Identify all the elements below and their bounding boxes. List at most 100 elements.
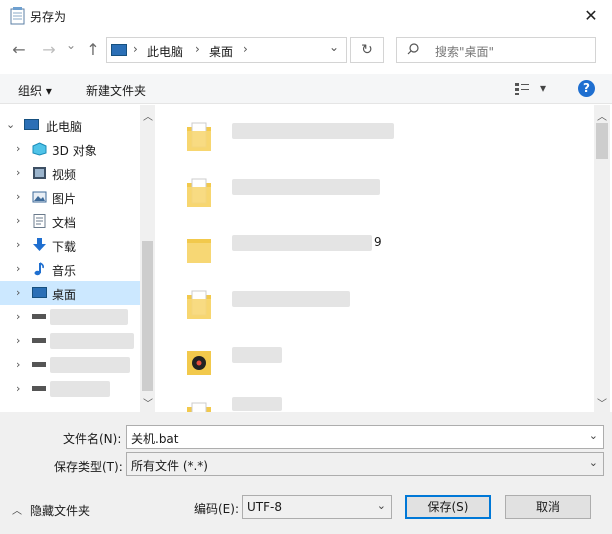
tree-item-drive[interactable]: › bbox=[0, 377, 140, 401]
filename-input[interactable]: 关机.bat ⌄ bbox=[126, 425, 604, 449]
tree-item-label: 下载 bbox=[52, 240, 77, 254]
file-item[interactable] bbox=[156, 389, 594, 412]
encoding-select[interactable]: UTF-8 ⌄ bbox=[242, 495, 392, 519]
folder-icon bbox=[187, 122, 211, 151]
pc-icon bbox=[111, 44, 127, 56]
filetype-value: 所有文件 (*.*) bbox=[131, 459, 208, 473]
organize-menu[interactable]: 组织 ▾ bbox=[18, 82, 52, 99]
drive-icon bbox=[32, 338, 46, 343]
back-button[interactable]: ← bbox=[10, 40, 28, 59]
file-item[interactable] bbox=[156, 277, 594, 333]
tree-item-pc[interactable]: ⌄ 此电脑 bbox=[0, 113, 140, 137]
chevron-down-icon[interactable]: ⌄ bbox=[589, 429, 598, 442]
chevron-right-icon[interactable]: › bbox=[16, 142, 20, 155]
redacted-filename bbox=[232, 347, 282, 363]
encoding-label: 编码(E): bbox=[194, 502, 239, 516]
close-button[interactable]: ✕ bbox=[578, 4, 604, 28]
search-input[interactable]: 搜索"桌面" bbox=[396, 37, 596, 63]
navigation-scrollbar[interactable]: ︿ ﹀ bbox=[140, 105, 155, 412]
drive-icon bbox=[32, 362, 46, 367]
address-bar[interactable]: › 此电脑 › 桌面 › ⌄ bbox=[106, 37, 347, 63]
tree-item-drive[interactable]: › bbox=[0, 353, 140, 377]
tree-item-music[interactable]: › 音乐 bbox=[0, 257, 140, 281]
chevron-right-icon[interactable]: › bbox=[16, 166, 20, 179]
filename-suffix: 9 bbox=[374, 235, 382, 249]
tree-item-videos[interactable]: › 视频 bbox=[0, 161, 140, 185]
redacted-filename bbox=[232, 179, 380, 195]
drive-icon bbox=[32, 314, 46, 319]
file-list-scrollbar[interactable]: ︿ ﹀ bbox=[594, 105, 610, 412]
toolbar: 组织 ▾ 新建文件夹 ▾ ? bbox=[0, 74, 612, 104]
tree-item-drive[interactable]: › bbox=[0, 305, 140, 329]
file-item[interactable] bbox=[156, 333, 594, 389]
chevron-right-icon[interactable]: › bbox=[16, 238, 20, 251]
redacted-label bbox=[50, 357, 130, 373]
file-item[interactable] bbox=[156, 165, 594, 221]
music-icon bbox=[34, 262, 44, 276]
redacted-filename bbox=[232, 397, 282, 411]
chevron-right-icon[interactable]: › bbox=[16, 286, 20, 299]
breadcrumb-desktop[interactable]: 桌面 bbox=[209, 43, 233, 60]
chevron-right-icon[interactable]: › bbox=[16, 262, 20, 275]
forward-button[interactable]: → bbox=[40, 40, 58, 59]
up-button[interactable]: ↑ bbox=[84, 40, 102, 59]
scroll-down-arrow[interactable]: ﹀ bbox=[597, 395, 607, 410]
chevron-down-icon[interactable]: ⌄ bbox=[589, 456, 598, 469]
chevron-up-icon[interactable]: ︿ bbox=[12, 502, 22, 517]
save-button[interactable]: 保存(S) bbox=[405, 495, 491, 519]
view-dropdown-button[interactable]: ▾ bbox=[540, 81, 546, 95]
search-placeholder: 搜索"桌面" bbox=[435, 45, 495, 59]
tree-item-3d-objects[interactable]: › 3D 对象 bbox=[0, 137, 140, 161]
redacted-label bbox=[50, 381, 110, 397]
refresh-button[interactable]: ↻ bbox=[350, 37, 384, 63]
tree-item-documents[interactable]: › 文档 bbox=[0, 209, 140, 233]
redacted-label bbox=[50, 309, 128, 325]
new-folder-button[interactable]: 新建文件夹 bbox=[86, 82, 146, 99]
filetype-label: 保存类型(T): bbox=[54, 460, 123, 474]
tree-item-drive[interactable]: › bbox=[0, 329, 140, 353]
folder-icon bbox=[187, 290, 211, 319]
hide-folders-toggle[interactable]: 隐藏文件夹 bbox=[30, 502, 90, 519]
tree-item-label: 桌面 bbox=[52, 288, 77, 302]
notepad-icon bbox=[10, 7, 25, 25]
redacted-filename bbox=[232, 123, 394, 139]
tree-item-label: 视频 bbox=[52, 168, 77, 182]
file-list[interactable]: 9 bbox=[156, 105, 594, 412]
chevron-right-icon: › bbox=[195, 42, 200, 56]
scroll-up-arrow[interactable]: ︿ bbox=[597, 108, 607, 123]
scroll-down-arrow[interactable]: ﹀ bbox=[143, 395, 153, 410]
scrollbar-thumb[interactable] bbox=[596, 123, 608, 159]
navigation-pane[interactable]: ⌄ 此电脑 › 3D 对象 › 视频 › 图片 › 文档 › 下载 › 音乐 ›… bbox=[0, 105, 155, 412]
chevron-right-icon[interactable]: › bbox=[16, 190, 20, 203]
tree-item-label: 图片 bbox=[52, 192, 77, 206]
folder-icon bbox=[187, 239, 211, 263]
redacted-filename bbox=[232, 235, 372, 251]
3d-objects-icon bbox=[32, 142, 47, 156]
folder-icon bbox=[187, 178, 211, 207]
tree-item-downloads[interactable]: › 下载 bbox=[0, 233, 140, 257]
tree-item-desktop[interactable]: › 桌面 bbox=[0, 281, 140, 305]
file-item[interactable]: 9 bbox=[156, 221, 594, 277]
search-icon bbox=[407, 43, 419, 55]
chevron-down-icon[interactable]: ⌄ bbox=[6, 118, 15, 131]
download-icon bbox=[33, 238, 46, 251]
redacted-filename bbox=[232, 291, 350, 307]
view-options-icon[interactable] bbox=[514, 82, 530, 96]
recent-locations-button[interactable]: ⌄ bbox=[64, 38, 78, 52]
picture-icon bbox=[32, 191, 47, 203]
scroll-up-arrow[interactable]: ︿ bbox=[143, 108, 153, 123]
scrollbar-thumb[interactable] bbox=[142, 241, 153, 391]
tree-item-pictures[interactable]: › 图片 bbox=[0, 185, 140, 209]
cancel-button[interactable]: 取消 bbox=[505, 495, 591, 519]
tree-item-label: 3D 对象 bbox=[52, 144, 97, 158]
help-icon[interactable]: ? bbox=[578, 80, 595, 97]
pc-icon bbox=[24, 119, 39, 130]
folder-icon bbox=[187, 402, 211, 412]
file-item[interactable] bbox=[156, 109, 594, 165]
filetype-select[interactable]: 所有文件 (*.*) ⌄ bbox=[126, 452, 604, 476]
chevron-right-icon[interactable]: › bbox=[16, 214, 20, 227]
desktop-icon bbox=[32, 287, 47, 298]
address-dropdown-button[interactable]: ⌄ bbox=[329, 40, 339, 54]
breadcrumb-pc[interactable]: 此电脑 bbox=[147, 43, 183, 60]
chevron-down-icon[interactable]: ⌄ bbox=[377, 499, 386, 512]
